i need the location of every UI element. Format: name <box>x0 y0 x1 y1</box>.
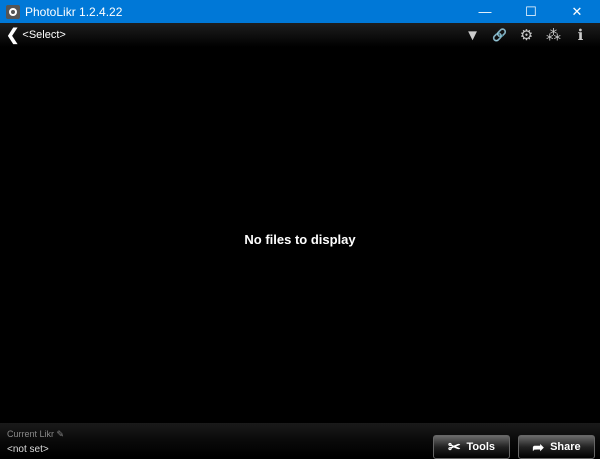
share-label: Share <box>550 441 581 453</box>
info-icon[interactable]: ℹ <box>567 26 594 44</box>
filter-icon[interactable]: ▼ <box>459 27 486 44</box>
close-button[interactable]: ✕ <box>554 0 600 23</box>
empty-message: No files to display <box>244 232 356 247</box>
minimize-button[interactable]: — <box>462 0 508 23</box>
tools-icon: ✂ <box>447 439 461 456</box>
pencil-icon[interactable]: ✎ <box>57 429 65 439</box>
link-icon[interactable]: 🔗 <box>486 28 513 42</box>
app-icon <box>6 4 20 19</box>
current-likr-label[interactable]: Current Likr ✎ <box>7 429 64 440</box>
share-icon: ➦ <box>532 438 545 455</box>
back-icon[interactable]: ❮ <box>6 25 19 45</box>
current-likr-text: Current Likr <box>7 429 55 439</box>
current-likr-value: <not set> <box>7 444 49 455</box>
title-bar: PhotoLikr 1.2.4.22 — ☐ ✕ <box>0 0 600 23</box>
tools-label: Tools <box>466 441 496 453</box>
tools-button[interactable]: ✂ Tools <box>433 435 510 459</box>
footer: Current Likr ✎ <not set> ✂ Tools ➦ Share <box>0 423 600 459</box>
rating-stars-icon[interactable]: ⁂ <box>540 26 567 44</box>
gear-icon[interactable]: ⚙ <box>513 26 540 44</box>
share-button[interactable]: ➦ Share <box>518 435 595 459</box>
toolbar: ❮ <Select> ▼ 🔗 ⚙ ⁂ ℹ <box>0 23 600 47</box>
maximize-button[interactable]: ☐ <box>508 0 554 23</box>
select-dropdown[interactable]: <Select> <box>22 29 65 41</box>
window-title: PhotoLikr 1.2.4.22 <box>25 4 123 19</box>
